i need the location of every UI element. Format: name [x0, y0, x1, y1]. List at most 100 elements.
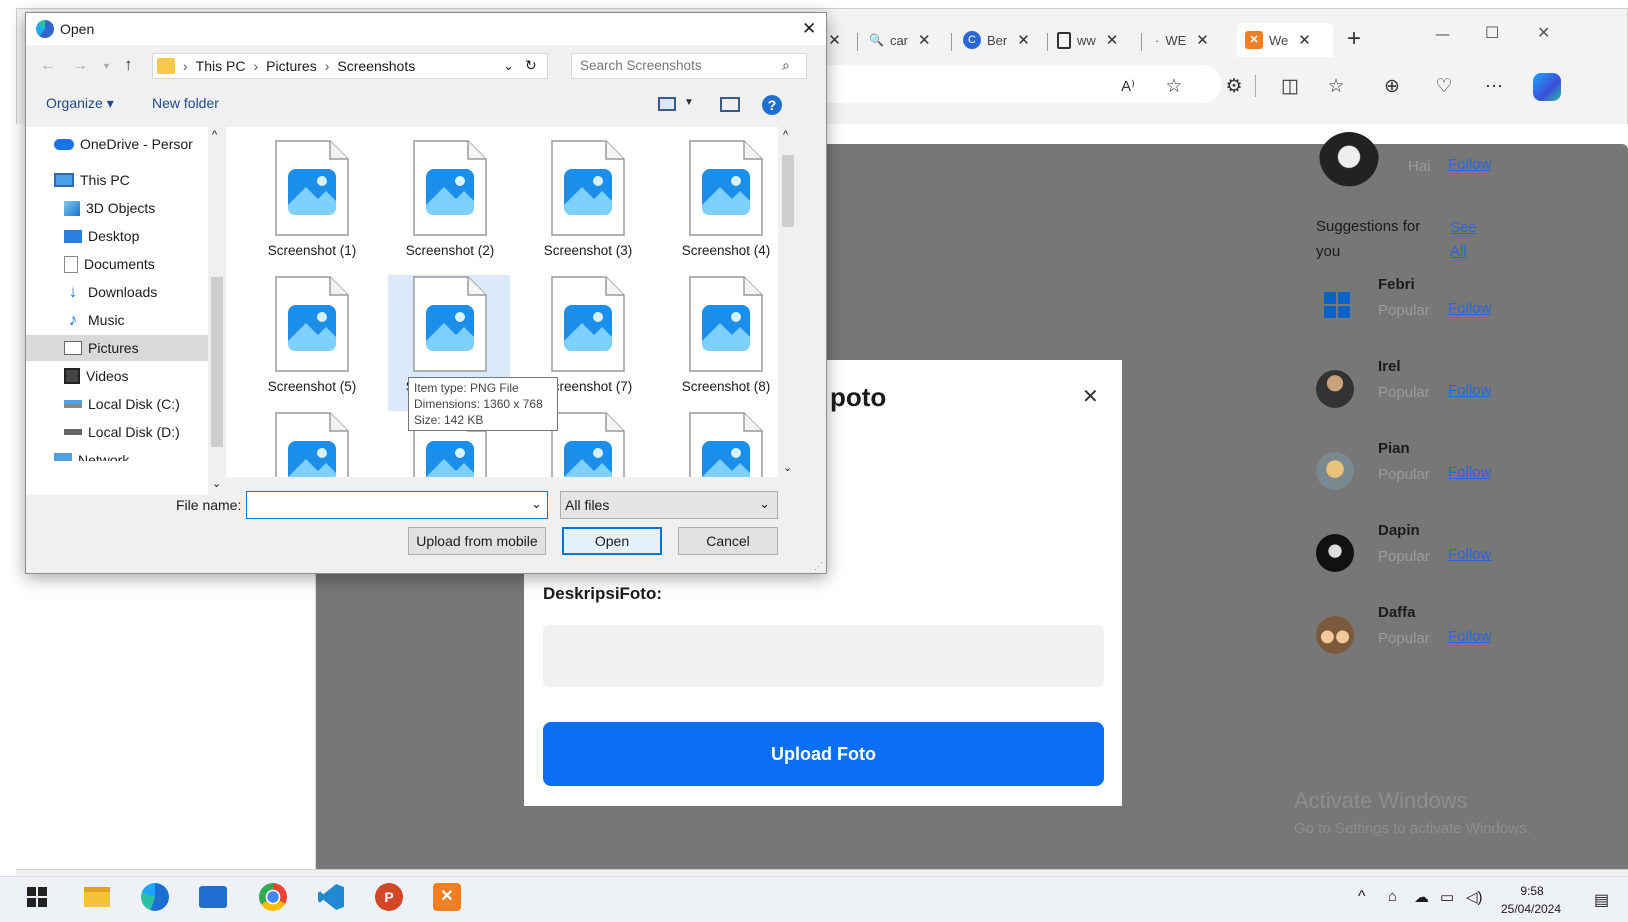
file-item[interactable]: Screenshot (8): [662, 269, 790, 401]
extensions-icon[interactable]: ⚙: [1221, 73, 1247, 99]
avatar[interactable]: [1316, 370, 1354, 408]
follow-link[interactable]: Follow: [1448, 546, 1491, 563]
nav-item-local-disk-d[interactable]: Local Disk (D:): [64, 419, 180, 445]
chevron-down-icon[interactable]: ⌄: [531, 496, 542, 512]
tab-3[interactable]: C Ber ✕: [963, 25, 1045, 55]
modal-close-button[interactable]: ✕: [1082, 384, 1099, 409]
volume-icon[interactable]: ◁): [1466, 888, 1483, 906]
forward-arrow-icon[interactable]: →: [72, 57, 88, 75]
file-item[interactable]: [248, 405, 376, 477]
chrome-icon[interactable]: [256, 880, 290, 914]
follow-link[interactable]: Follow: [1448, 300, 1491, 317]
close-window-button[interactable]: ✕: [1537, 23, 1550, 42]
view-options-icon[interactable]: [658, 97, 676, 111]
file-explorer-icon[interactable]: [80, 880, 114, 914]
browser-essentials-icon[interactable]: ♡: [1431, 73, 1457, 99]
vscode-icon[interactable]: [314, 880, 348, 914]
file-name-input[interactable]: ⌄: [246, 491, 548, 519]
network-icon[interactable]: ▭: [1440, 888, 1454, 906]
onedrive-tray-icon[interactable]: ☁: [1414, 888, 1429, 906]
split-screen-icon[interactable]: ◫: [1277, 73, 1303, 99]
nav-item-network[interactable]: Network: [26, 447, 208, 461]
scrollbar-thumb[interactable]: [782, 155, 794, 227]
file-item[interactable]: Screenshot (1): [248, 133, 376, 265]
nav-item-videos[interactable]: Videos: [64, 363, 129, 389]
scrollbar-thumb[interactable]: [211, 277, 223, 447]
show-hidden-icons-chevron[interactable]: ^: [1358, 888, 1366, 906]
clock-date[interactable]: 25/04/2024: [1496, 902, 1566, 916]
refresh-icon[interactable]: ↻: [525, 57, 537, 74]
notification-icon[interactable]: ▤: [1594, 890, 1609, 910]
organize-menu[interactable]: Organize ▾: [46, 95, 114, 112]
open-button[interactable]: Open: [562, 527, 662, 555]
read-aloud-icon[interactable]: A⁾: [1115, 73, 1141, 99]
avatar[interactable]: [1316, 616, 1354, 654]
tab-close-icon[interactable]: ✕: [828, 31, 841, 49]
help-icon[interactable]: ?: [762, 95, 782, 115]
powerpoint-icon[interactable]: P: [372, 880, 406, 914]
collections-icon[interactable]: ⊕: [1379, 73, 1405, 99]
chevron-down-icon[interactable]: ⌄: [503, 58, 514, 74]
nav-item-onedrive[interactable]: OneDrive - Persor: [54, 131, 193, 157]
tray-app-icon[interactable]: ⌂: [1388, 888, 1397, 905]
more-icon[interactable]: ⋯: [1481, 73, 1507, 99]
nav-item-pictures[interactable]: Pictures: [64, 335, 139, 361]
file-scrollbar[interactable]: ^ ⌄: [778, 127, 798, 477]
mail-icon[interactable]: [196, 880, 230, 914]
up-arrow-icon[interactable]: ↑: [124, 55, 133, 75]
scroll-down-icon[interactable]: ⌄: [783, 461, 792, 474]
breadcrumb-screenshots[interactable]: Screenshots: [337, 58, 415, 74]
nav-item-desktop[interactable]: Desktop: [64, 223, 139, 249]
breadcrumb-this-pc[interactable]: This PC: [196, 58, 246, 74]
user-follow-link[interactable]: Follow: [1448, 156, 1491, 173]
minimize-button[interactable]: —: [1435, 25, 1450, 43]
scroll-up-icon[interactable]: ^: [783, 129, 788, 141]
nav-item-music[interactable]: ♪ Music: [64, 307, 125, 333]
resize-grip-icon[interactable]: ⋰: [814, 561, 823, 572]
dialog-titlebar[interactable]: [26, 13, 826, 45]
nav-item-documents[interactable]: Documents: [64, 251, 155, 277]
tab-close-icon[interactable]: ✕: [1298, 31, 1311, 49]
new-tab-button[interactable]: +: [1347, 25, 1361, 53]
scroll-down-icon[interactable]: ⌄: [212, 477, 221, 490]
tab-close-icon[interactable]: ✕: [1106, 31, 1119, 49]
file-item[interactable]: Screenshot (2): [386, 133, 514, 265]
cancel-button[interactable]: Cancel: [678, 527, 778, 555]
tab-close-icon[interactable]: ✕: [1196, 31, 1209, 49]
nav-item-local-disk-c[interactable]: Local Disk (C:): [64, 391, 180, 417]
file-item[interactable]: Screenshot (4): [662, 133, 790, 265]
nav-item-3d-objects[interactable]: 3D Objects: [64, 195, 155, 221]
file-item[interactable]: Screenshot (3): [524, 133, 652, 265]
file-item[interactable]: Screenshot (5): [248, 269, 376, 401]
user-avatar[interactable]: [1318, 132, 1380, 194]
xampp-icon[interactable]: ✕: [430, 880, 464, 914]
file-item[interactable]: [662, 405, 790, 477]
favorite-star-icon[interactable]: ☆: [1161, 73, 1187, 99]
see-all-link[interactable]: See All: [1450, 216, 1486, 264]
tab-2[interactable]: 🔍 car ✕: [869, 25, 949, 55]
new-folder-button[interactable]: New folder: [152, 95, 219, 111]
maximize-button[interactable]: ☐: [1485, 23, 1499, 42]
back-arrow-icon[interactable]: ←: [40, 57, 56, 75]
file-type-select[interactable]: All files ⌄: [560, 491, 778, 519]
copilot-icon[interactable]: [1533, 73, 1561, 101]
upload-from-mobile-button[interactable]: Upload from mobile: [408, 527, 546, 555]
tab-6-active[interactable]: ✕ We ✕: [1237, 23, 1333, 57]
tab-4[interactable]: ww ✕: [1057, 25, 1139, 55]
tab-close-icon[interactable]: ✕: [918, 31, 931, 49]
tab-close-icon[interactable]: ✕: [1017, 31, 1030, 49]
recent-chevron-icon[interactable]: ▼: [102, 61, 111, 71]
start-button[interactable]: [20, 880, 54, 914]
search-box[interactable]: Search Screenshots ⌕: [571, 53, 807, 79]
tab-5[interactable]: · WE ✕: [1155, 25, 1237, 55]
avatar[interactable]: [1316, 452, 1354, 490]
description-input[interactable]: [543, 625, 1104, 687]
nav-item-this-pc[interactable]: This PC: [54, 167, 130, 193]
breadcrumb-pictures[interactable]: Pictures: [266, 58, 317, 74]
address-bar[interactable]: [797, 65, 1221, 103]
follow-link[interactable]: Follow: [1448, 628, 1491, 645]
search-input[interactable]: Search Screenshots: [580, 58, 702, 73]
avatar[interactable]: [1316, 534, 1354, 572]
view-dropdown-icon[interactable]: ▼: [684, 97, 694, 108]
preview-pane-icon[interactable]: [720, 97, 740, 112]
